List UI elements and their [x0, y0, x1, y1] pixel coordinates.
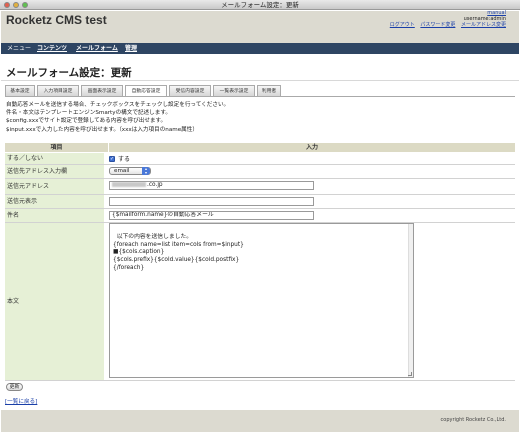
window-titlebar: メールフォーム設定：更新 [0, 0, 520, 10]
close-window-icon[interactable] [4, 2, 10, 8]
menu-item-contents[interactable]: コンテンツ [35, 44, 69, 53]
redacted-email [112, 182, 146, 187]
from-name-input[interactable] [109, 197, 314, 206]
page-title: メールフォーム設定：更新 [6, 67, 132, 79]
column-header-item: 項目 [50, 144, 63, 151]
row-label-from-address: 送信元アドレス [5, 179, 104, 194]
row-label-subject: 件名 [5, 209, 104, 222]
row-label-from-name: 送信元表示 [5, 195, 104, 208]
tab-list-display[interactable]: 一覧表示設定 [213, 85, 255, 96]
row-value-to-field [105, 165, 515, 178]
copyright-text: copyright Rocketz Co.,Ltd. [440, 417, 506, 423]
row-label-body: 本文 [5, 223, 104, 380]
change-password-link[interactable]: パスワード変更 [420, 22, 455, 28]
from-address-domain: .co.jp [147, 182, 163, 188]
menu-item-admin[interactable]: 管理 [123, 44, 139, 53]
tab-display[interactable]: 画面表示設定 [81, 85, 123, 96]
menu-item-mailform[interactable]: メールフォーム [74, 44, 120, 53]
window-title: メールフォーム設定：更新 [221, 1, 299, 9]
tab-received-content[interactable]: 受信内容設定 [169, 85, 211, 96]
from-address-input[interactable]: .co.jp [109, 181, 314, 190]
description-line: $input.xxxで入力した内容を呼び出せます。（xxxは入力項目のname属… [6, 126, 198, 133]
column-header-input: 入力 [305, 144, 318, 151]
main-menu-bar: メニュー コンテンツ メールフォーム 管理 [1, 43, 519, 54]
update-button[interactable]: 更新 [6, 383, 23, 391]
tab-auto-reply[interactable]: 自動応答設定 [125, 85, 167, 96]
site-logo: Rocketz CMS test [6, 13, 107, 27]
tab-underline [5, 96, 515, 97]
form-table-header: 項目 入力 [5, 143, 515, 152]
row-label-to-field: 送信先アドレス入力欄 [5, 165, 104, 178]
menu-item-menu[interactable]: メニュー [5, 44, 33, 53]
description-line: 件名・本文はテンプレートエンジンSmartyの構文で記述します。 [6, 110, 171, 117]
textarea-scrollbar[interactable] [408, 224, 413, 377]
tab-users[interactable]: 利用者 [257, 85, 281, 96]
row-divider [5, 380, 515, 381]
change-email-link[interactable]: メールアドレス変更 [461, 22, 506, 28]
manual-link[interactable]: manual [487, 10, 506, 16]
resize-handle-icon[interactable] [408, 372, 412, 376]
select-arrow-icon: ▴ ▾ [142, 167, 150, 175]
subject-input[interactable]: {$mailform.name}の自動応答メール [109, 211, 314, 220]
checkbox-check-icon: ✓ [110, 156, 115, 162]
body-textarea[interactable]: 以下の内容を送信しました。 {foreach name=list item=co… [109, 223, 414, 378]
to-field-selected-value: email [114, 168, 130, 174]
description-line: $config.xxxでサイト設定で登録してある内容を呼び出せます。 [6, 118, 167, 125]
minimize-window-icon[interactable] [13, 2, 19, 8]
enable-checkbox[interactable]: ✓ [109, 156, 115, 162]
title-divider [1, 80, 519, 81]
description-block: 自動応答メールを送信する場合、チェックボックスをチェックし設定を行ってください。… [6, 101, 229, 134]
row-label-enable: する／しない [5, 153, 104, 164]
tab-input-fields[interactable]: 入力項目設定 [37, 85, 79, 96]
row-value-enable [105, 153, 515, 164]
body-text: 以下の内容を送信しました。 {foreach name=list item=co… [113, 233, 244, 271]
header-user-area: manual username:admin ログアウト パスワード変更 メールア… [386, 10, 506, 29]
to-field-select[interactable]: email ▴ ▾ [109, 167, 151, 175]
zoom-window-icon[interactable] [22, 2, 28, 8]
logout-link[interactable]: ログアウト [390, 22, 415, 28]
enable-checkbox-label: する [118, 156, 131, 163]
description-line: 自動応答メールを送信する場合、チェックボックスをチェックし設定を行ってください。 [6, 102, 230, 108]
tab-basic[interactable]: 基本設定 [5, 85, 35, 96]
back-to-list-link[interactable]: [一覧に戻る] [5, 397, 37, 405]
